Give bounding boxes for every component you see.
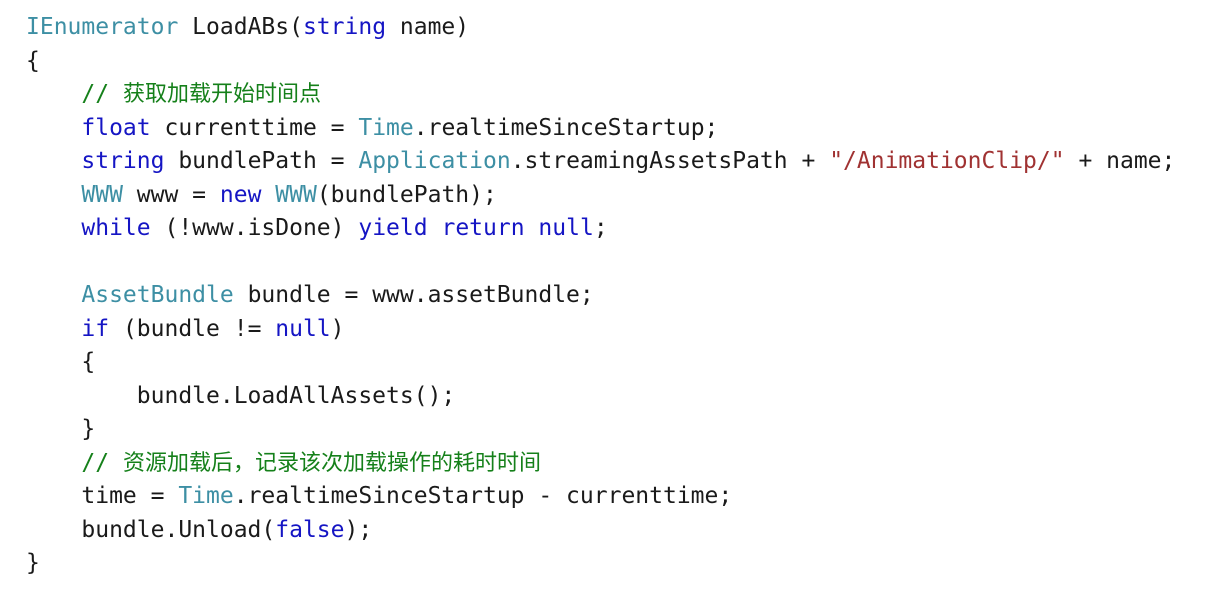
code-line[interactable]: WWW www = new WWW(bundlePath); [26,179,1175,213]
code-block[interactable]: IEnumerator LoadABs(string name){ // 获取加… [26,11,1175,581]
code-line[interactable]: time = Time.realtimeSinceStartup - curre… [26,480,1175,514]
code-token-plain: ) [330,315,345,342]
code-line[interactable]: float currenttime = Time.realtimeSinceSt… [26,112,1175,146]
code-token-comment: 获取加载开始时间点 [122,82,321,107]
code-line[interactable]: string bundlePath = Application.streamin… [26,145,1175,179]
code-token-plain: name) [386,14,470,40]
code-token-plain: currenttime = [150,114,359,141]
code-token-plain: .realtimeSinceStartup - currenttime; [233,483,733,509]
code-line[interactable]: bundle.Unload(false); [26,514,1175,548]
code-token-plain: { [26,47,40,74]
code-token-keyword: if [81,315,110,342]
code-line[interactable]: } [26,413,1175,447]
code-line[interactable]: { [26,346,1175,380]
code-line[interactable]: AssetBundle bundle = www.assetBundle; [26,279,1175,313]
code-token-plain: www = [122,181,220,208]
code-token-plain: + name; [1064,148,1176,174]
code-line[interactable] [26,246,1175,280]
code-token-keyword: string [302,14,387,40]
code-line[interactable]: bundle.LoadAllAssets(); [26,380,1175,414]
code-token-type: Time [178,483,234,509]
code-token-plain: ); [344,516,373,543]
code-token-plain: .realtimeSinceStartup; [413,114,719,141]
code-token-type: WWW [275,181,317,208]
code-token-plain: } [26,550,40,576]
code-token-plain: .streamingAssetsPath + [510,148,830,174]
code-token-keyword: false [275,516,345,543]
code-token-plain: } [26,416,96,442]
code-token-keyword: string [81,148,165,174]
code-token-keyword: null [538,215,594,241]
code-token-type: WWW [81,181,123,208]
code-token-type: IEnumerator [26,14,179,40]
code-token-keyword: while [81,215,151,241]
code-token-plain: time = [26,483,179,509]
code-token-plain: bundle = www.assetBundle; [233,282,594,308]
code-token-keyword: float [81,114,151,141]
code-line[interactable]: } [26,547,1175,581]
code-token-type: AssetBundle [81,282,234,308]
code-token-comment: 资源加载后，记录该次加载操作的耗时时间 [122,450,541,476]
code-token-plain: bundle.Unload( [26,516,276,543]
code-token-plain: LoadABs( [178,14,303,40]
code-token-keyword: new [219,181,262,208]
code-token-comment: // [81,81,123,107]
code-token-keyword: null [275,315,331,342]
code-token-keyword: yield [358,215,428,241]
code-token-type: Time [358,114,414,141]
code-token-comment: // [81,449,123,476]
code-token-plain: bundle.LoadAllAssets(); [26,382,456,409]
code-token-plain: ; [593,215,608,241]
code-line[interactable]: // 资源加载后，记录该次加载操作的耗时时间 [26,447,1175,481]
code-token-keyword: return [441,215,525,241]
code-line[interactable]: // 获取加载开始时间点 [26,78,1175,112]
code-token-string: "/AnimationClip/" [829,148,1065,174]
code-token-type: Application [358,148,511,174]
code-line[interactable]: { [26,45,1175,79]
code-line[interactable]: IEnumerator LoadABs(string name) [26,11,1175,45]
code-token-plain: (bundlePath); [316,181,497,208]
code-token-plain: { [26,349,96,375]
code-token-plain: (bundle != [109,315,276,342]
code-line[interactable]: while (!www.isDone) yield return null; [26,212,1175,246]
code-line[interactable]: if (bundle != null) [26,313,1175,347]
code-token-plain: bundlePath = [164,148,359,174]
code-token-plain: (!www.isDone) [150,215,359,241]
